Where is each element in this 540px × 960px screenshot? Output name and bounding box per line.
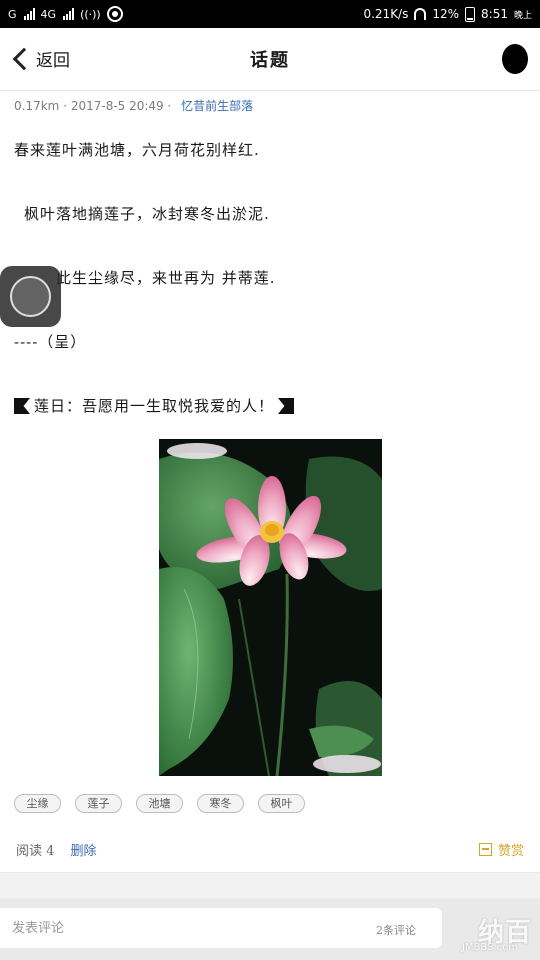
- highlight-text: 莲日：吾愿用一生取悦我爱的人！: [34, 397, 275, 415]
- tag-item[interactable]: 池塘: [136, 794, 183, 813]
- tag-item[interactable]: 尘缘: [14, 794, 61, 813]
- clock-period: 晚上: [513, 10, 532, 21]
- comment-count[interactable]: 2条评论: [376, 922, 416, 938]
- tag-item[interactable]: 枫叶: [258, 794, 305, 813]
- bracket-right-icon: [278, 398, 295, 414]
- section-divider: [0, 872, 540, 898]
- app-header: 返回 话题: [0, 28, 540, 91]
- bracket-left-icon: [14, 398, 30, 414]
- tag-item[interactable]: 寒冬: [197, 794, 244, 813]
- status-left: G 4G ((·)): [8, 0, 123, 28]
- post-author[interactable]: 忆昔前生部落: [181, 99, 253, 113]
- status-right: 0.21K/s 12% 8:51 晚上: [363, 0, 532, 28]
- signal-icon-2: [63, 8, 75, 20]
- post-line-4: ----（呈）: [14, 333, 87, 351]
- headphone-icon: [414, 8, 427, 20]
- comment-bar: 2条评论 纳百 JMBBS.com: [0, 898, 540, 960]
- post-meta: 0.17km · 2017-8-5 20:49 · 忆昔前生部落: [14, 97, 253, 114]
- carrier-2: 4G: [40, 7, 57, 21]
- post-distance: 0.17km: [14, 99, 60, 113]
- post-stats: 阅读 4 删除: [16, 840, 96, 859]
- network-speed: 0.21K/s: [363, 7, 409, 21]
- post-line-1: 春来莲叶满池塘，六月荷花别样红.: [14, 141, 260, 159]
- post-highlight: 莲日：吾愿用一生取悦我爱的人！: [14, 396, 295, 416]
- status-bar: G 4G ((·)) 0.21K/s 12% 8:51 晚上: [0, 0, 540, 28]
- post-datetime: 2017-8-5 20:49: [70, 99, 164, 113]
- signal-icon: [23, 8, 35, 20]
- battery-icon: [465, 6, 476, 22]
- meta-separator-2: ·: [167, 99, 176, 113]
- post-image[interactable]: [159, 439, 382, 776]
- clock: 8:51: [481, 7, 508, 21]
- delete-button[interactable]: 删除: [70, 840, 96, 859]
- more-dot-icon[interactable]: [502, 44, 528, 74]
- battery-percent: 12%: [432, 7, 460, 21]
- post-line-2: 枫叶落地摘莲子，冰封寒冬出淤泥.: [24, 205, 270, 223]
- reward-button[interactable]: 赞赏: [478, 840, 524, 859]
- read-label: 阅读: [16, 844, 43, 859]
- site-watermark: 纳百 JMBBS.com: [462, 912, 532, 953]
- read-value: 4: [46, 844, 55, 859]
- tag-list: 尘缘 莲子 池塘 寒冬 枫叶: [14, 794, 305, 813]
- post-line-3-text: 此生尘缘尽，来世再为 并蒂莲.: [56, 269, 276, 287]
- floating-assistive-button[interactable]: [0, 266, 61, 327]
- page-title: 话题: [250, 50, 290, 71]
- carrier-1: G: [8, 7, 17, 21]
- meta-separator: ·: [63, 99, 71, 113]
- hotspot-icon: ((·)): [80, 7, 101, 21]
- reward-icon: [478, 843, 492, 856]
- lotus-image-art: [159, 439, 382, 776]
- reward-label: 赞赏: [497, 844, 524, 859]
- watermark-site: JMBBS.com: [461, 942, 518, 953]
- app-notification-icon: [106, 6, 123, 22]
- read-count: 阅读 4: [16, 840, 54, 859]
- tag-item[interactable]: 莲子: [75, 794, 122, 813]
